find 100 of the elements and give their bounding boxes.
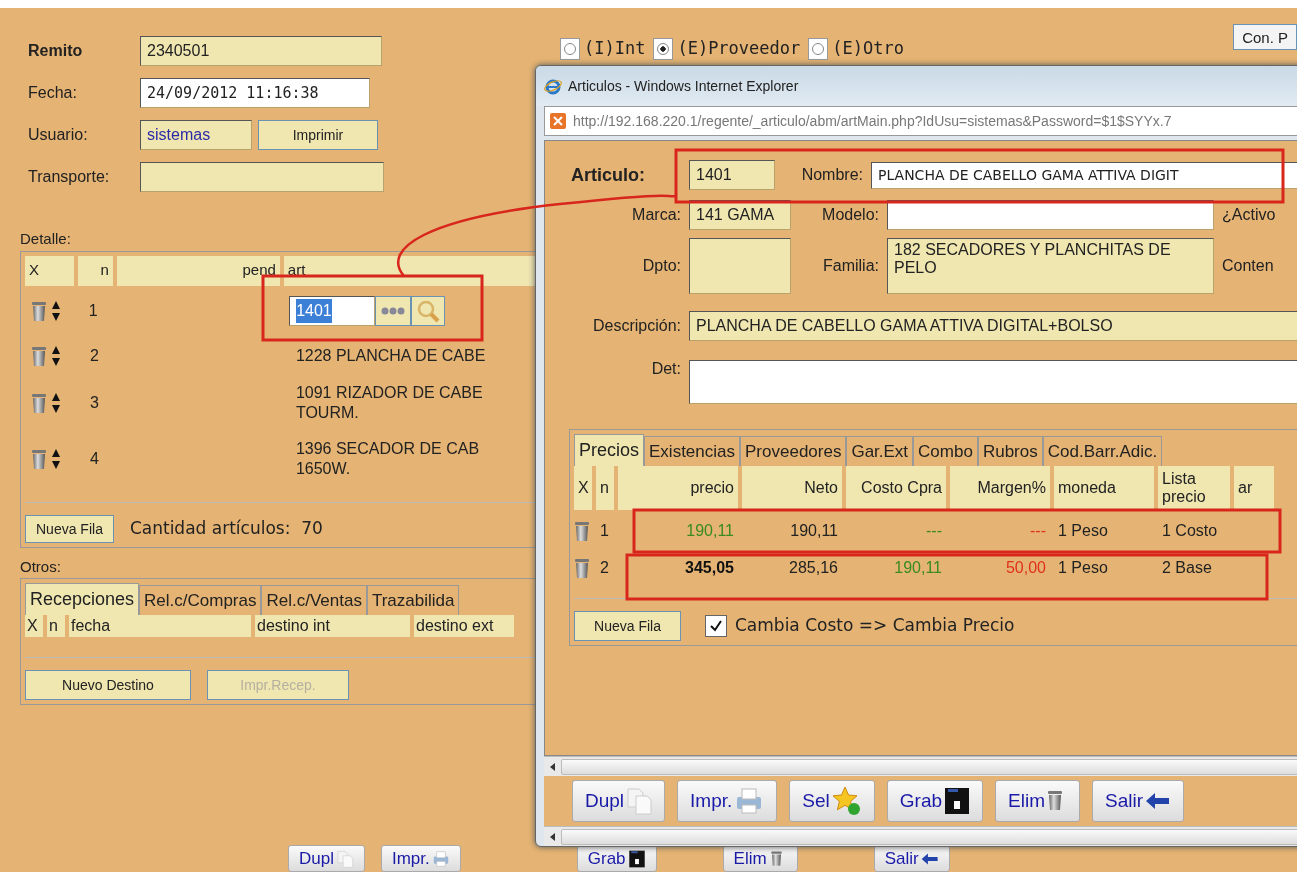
field-label: Dpto:	[641, 256, 681, 276]
price-cell-text: 345,05	[684, 557, 735, 578]
section-label: Otros:	[20, 556, 62, 577]
brand-field[interactable]: 141 GAMA	[689, 200, 791, 230]
date-field[interactable]: 24/09/2012 11:16:38	[140, 78, 370, 108]
toolbar-button[interactable]: Grab	[576, 845, 657, 872]
window-title: Articulos - Windows Internet Explorer	[568, 76, 799, 96]
price-cell-text: 190,11	[685, 520, 735, 541]
column-header: n	[47, 615, 65, 637]
detail-field[interactable]	[689, 360, 1297, 404]
floppy-icon	[944, 787, 971, 815]
department-field[interactable]	[689, 238, 791, 294]
trash-icon	[31, 391, 47, 414]
field-label: ¿Activo	[1222, 205, 1276, 225]
field-label: Remito	[28, 41, 84, 61]
tab[interactable]: Proveedores	[740, 435, 847, 466]
copy-icon	[626, 787, 653, 815]
star-icon	[831, 786, 862, 816]
trash-icon	[574, 557, 592, 580]
toolbar-button[interactable]: Impr.	[677, 780, 778, 822]
toolbar-button[interactable]: Salir	[1092, 780, 1184, 822]
trash-icon	[31, 344, 47, 367]
row-number: 1	[87, 300, 99, 321]
article-text: 1396 SECADOR DE CAB 1650W.	[295, 438, 480, 479]
row-number: 4	[89, 448, 100, 469]
toolbar-button[interactable]: Impr.	[380, 845, 461, 872]
field-label: Descripción:	[591, 316, 681, 336]
tab[interactable]: Recepciones	[25, 583, 140, 615]
print-button[interactable]: Imprimir	[258, 120, 378, 150]
radio-option[interactable]: (E)Proveedor	[653, 36, 801, 62]
copy-icon	[335, 849, 354, 868]
row-number: 2	[599, 557, 610, 578]
new-row-button[interactable]: Nueva Fila	[574, 611, 681, 641]
radio-option[interactable]: (I)Int	[560, 36, 646, 62]
trash-icon	[31, 299, 47, 322]
address-bar[interactable]: http://192.168.220.1/regente/_articulo/abm/artMain.php?IdUsu=sistemas&Password=$1$SYYx.7	[544, 106, 1297, 136]
column-header: Costo Cpra	[846, 466, 946, 510]
tab[interactable]: Rel.c/Compras	[139, 584, 262, 615]
toolbar-button[interactable]: Dupl	[288, 845, 365, 872]
search-button[interactable]	[411, 295, 446, 326]
radio-option[interactable]: (E)Otro	[808, 36, 904, 62]
tab[interactable]: Rel.c/Ventas	[261, 584, 367, 615]
sort-arrows-icon	[51, 299, 61, 322]
currency-cell-text: 1 Peso	[1057, 520, 1109, 541]
article-field[interactable]: 1401	[689, 160, 775, 190]
new-row-button[interactable]: Nueva Fila	[25, 514, 114, 543]
column-header: X	[25, 255, 74, 286]
horizontal-scrollbar[interactable]	[544, 826, 1297, 846]
checkbox[interactable]	[705, 615, 727, 637]
tab[interactable]: Combo	[913, 435, 978, 466]
item-count: Cantidad artículos: 70	[129, 516, 323, 540]
field-label: Usuario:	[28, 125, 89, 145]
price-list-cell-text: 1 Costo	[1161, 520, 1219, 541]
field-label: Familia:	[822, 256, 879, 276]
toolbar-button[interactable]: Elim	[722, 845, 798, 872]
column-header: n	[596, 466, 614, 510]
section-label: Detalle:	[20, 229, 72, 249]
url-text: http://192.168.220.1/regente/_articulo/abm/artMain.php?IdUsu=sistemas&Password=$1$SYYx.7	[573, 111, 1172, 131]
side-button[interactable]: Con. P	[1233, 24, 1297, 50]
family-field[interactable]: 182 SECADORES Y PLANCHITAS DE PELO	[887, 238, 1214, 294]
trash-icon	[574, 520, 592, 543]
row-number: 2	[89, 345, 100, 366]
tab[interactable]: Precios	[574, 434, 645, 466]
column-header: Neto	[742, 466, 842, 510]
remito-field[interactable]: 2340501	[140, 36, 382, 66]
article-input[interactable]: 1401	[289, 295, 376, 326]
cost-cell-text: ---	[925, 520, 943, 541]
field-label: Conten	[1222, 256, 1274, 276]
toolbar-button[interactable]: Grab	[886, 780, 984, 822]
toolbar-button[interactable]: Dupl	[572, 780, 666, 822]
net-cell-text: 285,16	[788, 557, 839, 578]
description-field[interactable]: PLANCHA DE CABELLO GAMA ATTIVA DIGITAL+BOLSO	[689, 311, 1297, 341]
check-icon	[709, 619, 723, 633]
printer-icon	[431, 849, 450, 868]
row-number: 3	[89, 392, 100, 413]
horizontal-scrollbar[interactable]	[544, 756, 1297, 776]
floppy-icon	[627, 849, 646, 868]
sort-arrows-icon	[51, 344, 61, 367]
toolbar-button[interactable]: Sel	[789, 780, 875, 822]
name-field[interactable]: PLANCHA DE CABELLO GAMA ATTIVA DIGIT	[871, 161, 1297, 189]
search-icon	[416, 298, 441, 323]
field-label: Articulo:	[571, 163, 646, 187]
tab[interactable]: Rubros	[977, 435, 1043, 466]
tab[interactable]: Trazabilida	[366, 584, 460, 615]
margin-cell-text: ---	[1029, 520, 1047, 541]
browser-icon	[544, 77, 562, 95]
transport-field[interactable]	[140, 162, 384, 192]
tab[interactable]: Gar.Ext	[846, 435, 914, 466]
column-header: destino ext	[414, 615, 514, 637]
button[interactable]: Nuevo Destino	[25, 670, 191, 700]
tab[interactable]: Existencias	[644, 435, 740, 466]
user-field[interactable]: sistemas	[140, 120, 252, 150]
toolbar-button[interactable]: Elim	[995, 780, 1080, 822]
column-header: destino int	[255, 615, 410, 637]
toolbar-button[interactable]: Salir	[873, 845, 950, 872]
tab[interactable]: Cod.Barr.Adic.	[1042, 435, 1163, 466]
model-field[interactable]	[887, 200, 1214, 230]
more-button[interactable]	[375, 295, 412, 326]
column-header: fecha	[69, 615, 251, 637]
margin-cell-text: 50,00	[1004, 557, 1047, 578]
